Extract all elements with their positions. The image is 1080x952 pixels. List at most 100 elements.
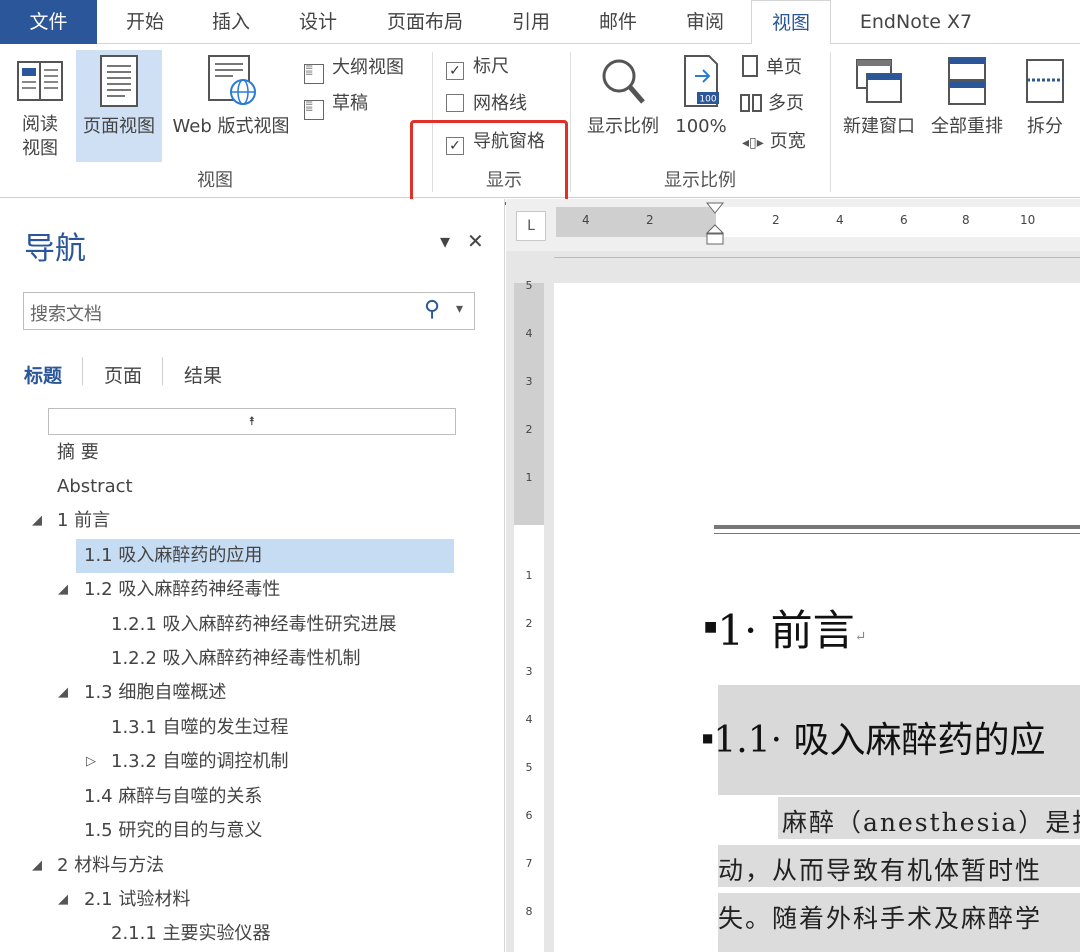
search-document-input[interactable]: 搜索文档 ⚲ ▾ <box>23 292 475 330</box>
print-layout-label: 页面视图 <box>83 116 155 137</box>
vruler-tick-label: 4 <box>525 327 533 340</box>
gridlines-check-icon <box>446 94 464 112</box>
indent-marker-icon[interactable] <box>704 201 726 249</box>
paragraph-line[interactable]: 动，从而导致有机体暂时性 <box>718 851 1042 887</box>
tab-page-layout[interactable]: 页面布局 <box>370 0 480 44</box>
web-layout-label: Web 版式视图 <box>172 116 290 137</box>
ruler-tick-label: 8 <box>962 213 970 227</box>
navigation-pane: 导航 ▾ ✕ 搜索文档 ⚲ ▾ 标题 页面 结果 ⯭ 摘 要 Abstract … <box>0 199 505 952</box>
ribbon-separator <box>830 52 831 192</box>
new-window-button[interactable]: 新建窗口 <box>836 50 922 162</box>
tab-headings[interactable]: 标题 <box>24 361 62 388</box>
paragraph-line[interactable]: 麻醉（anesthesia）是指 <box>782 803 1080 839</box>
print-layout-button[interactable]: 页面视图 <box>76 50 162 162</box>
document-area[interactable]: L 4 2 2 4 6 8 10 5 4 3 2 1 1 2 3 4 5 6 7… <box>506 199 1080 952</box>
one-page-icon <box>742 55 758 77</box>
ruler-label: 标尺 <box>473 56 509 77</box>
outline-label: 大纲视图 <box>332 57 404 78</box>
search-icon[interactable]: ⚲ <box>424 297 440 322</box>
expanded-arrow-icon[interactable]: ◢ <box>32 504 42 538</box>
heading-1[interactable]: ■1· 前言↵ <box>704 597 866 658</box>
ruler-tick-label: 4 <box>836 213 844 227</box>
heading-2[interactable]: ■1.1· 吸入麻醉药的应 <box>702 711 1045 763</box>
arrange-all-button[interactable]: 全部重排 <box>924 50 1010 162</box>
web-layout-button[interactable]: Web 版式视图 <box>164 50 298 162</box>
tab-review[interactable]: 审阅 <box>670 0 740 44</box>
expanded-arrow-icon[interactable]: ◢ <box>58 676 68 710</box>
one-page-label: 单页 <box>766 57 802 78</box>
read-mode-label-1: 阅读 <box>22 114 58 135</box>
page-width-button[interactable]: ◂▯▸ 页宽 <box>742 128 806 156</box>
zoom-button[interactable]: 显示比例 <box>580 50 666 162</box>
read-mode-button[interactable]: 阅读 视图 <box>8 50 72 162</box>
ruler-checkbox[interactable]: ✓ 标尺 <box>446 53 509 81</box>
ruler-check-icon: ✓ <box>446 62 464 80</box>
heading-item[interactable]: 摘 要 <box>57 436 99 470</box>
heading-item[interactable]: 1.2.2 吸入麻醉药神经毒性机制 <box>111 642 361 676</box>
tab-references[interactable]: 引用 <box>496 0 566 44</box>
tab-view[interactable]: 视图 <box>751 0 831 45</box>
heading-item[interactable]: 1.3 细胞自噬概述 <box>84 676 226 710</box>
search-dropdown-icon[interactable]: ▾ <box>456 301 463 317</box>
heading-item[interactable]: 1.5 研究的目的与意义 <box>84 814 262 848</box>
nav-pane-close-icon[interactable]: ✕ <box>467 229 484 253</box>
views-group-label: 视图 <box>197 170 233 191</box>
collapsed-arrow-icon[interactable]: ▷ <box>86 745 96 779</box>
expanded-arrow-icon[interactable]: ◢ <box>58 883 68 917</box>
heading-item[interactable]: 1 前言 <box>57 504 110 538</box>
split-icon <box>1026 59 1064 103</box>
heading-item[interactable]: 1.3.1 自噬的发生过程 <box>111 711 289 745</box>
vruler-tick-label: 1 <box>525 471 533 484</box>
tab-results[interactable]: 结果 <box>184 361 222 388</box>
zoom-group-label: 显示比例 <box>664 170 736 191</box>
zoom-100-button[interactable]: 100 100% <box>670 50 732 162</box>
split-button[interactable]: 拆分 <box>1014 50 1076 162</box>
heading-2-text: 1.1· 吸入麻醉药的应 <box>713 720 1046 761</box>
heading-item[interactable]: 1.4 麻醉与自噬的关系 <box>84 780 262 814</box>
collapse-all-button[interactable]: ⯭ <box>48 408 456 435</box>
heading-item[interactable]: Abstract <box>57 470 133 504</box>
heading-item-selected[interactable]: 1.1 吸入麻醉药的应用 <box>76 539 454 573</box>
zoom-100-icon: 100 <box>684 55 719 107</box>
outline-button[interactable]: ≡ ≡ 大纲视图 <box>304 54 404 84</box>
heading-item[interactable]: 1.3.2 自噬的调控机制 <box>111 745 289 779</box>
tab-selector-button[interactable]: L <box>516 211 546 241</box>
horizontal-ruler[interactable]: L 4 2 2 4 6 8 10 <box>506 199 1080 251</box>
expanded-arrow-icon[interactable]: ◢ <box>58 573 68 607</box>
tab-home[interactable]: 开始 <box>110 0 180 44</box>
draft-button[interactable]: ≡ ≡ 草稿 <box>304 90 368 120</box>
nav-pane-options-icon[interactable]: ▾ <box>440 229 450 253</box>
tab-endnote[interactable]: EndNote X7 <box>846 0 986 44</box>
gridlines-checkbox[interactable]: 网格线 <box>446 90 527 118</box>
tab-pages[interactable]: 页面 <box>104 361 142 388</box>
tab-design[interactable]: 设计 <box>283 0 353 44</box>
ruler-tick-label: 2 <box>646 213 654 227</box>
heading-item[interactable]: 1.2.1 吸入麻醉药神经毒性研究进展 <box>111 608 397 642</box>
tab-file[interactable]: 文件 <box>0 0 97 44</box>
page-edge <box>554 257 1080 258</box>
nav-pane-title: 导航 <box>24 231 86 267</box>
ruler-tick-label: 10 <box>1020 213 1036 227</box>
heading-item[interactable]: 2.1.1 主要实验仪器 <box>111 917 271 951</box>
vruler-tick-label: 7 <box>525 857 533 870</box>
tab-insert[interactable]: 插入 <box>196 0 266 44</box>
expanded-arrow-icon[interactable]: ◢ <box>32 849 42 883</box>
tab-mailings[interactable]: 邮件 <box>583 0 653 44</box>
multi-page-button[interactable]: 多页 <box>740 90 804 118</box>
heading-item[interactable]: 2 材料与方法 <box>57 849 164 883</box>
vruler-tick-label: 5 <box>525 279 533 292</box>
print-layout-icon <box>100 55 138 107</box>
magnifier-icon <box>602 59 645 104</box>
gridlines-label: 网格线 <box>473 93 527 114</box>
heading-item[interactable]: 1.2 吸入麻醉药神经毒性 <box>84 573 280 607</box>
paragraph-line[interactable]: 失。随着外科手术及麻醉学 <box>718 899 1042 935</box>
draft-icon: ≡ ≡ <box>304 99 324 120</box>
ribbon-separator <box>570 52 571 192</box>
heading-item[interactable]: 2.1 试验材料 <box>84 883 190 917</box>
page-width-icon: ◂▯▸ <box>742 135 764 151</box>
page-width-label: 页宽 <box>769 131 806 152</box>
one-page-button[interactable]: 单页 <box>742 54 802 82</box>
ribbon-tab-bar: 文件 开始 插入 设计 页面布局 引用 邮件 审阅 视图 EndNote X7 <box>0 0 1080 45</box>
multi-page-icon-2 <box>752 94 762 112</box>
subtab-divider <box>82 357 83 385</box>
